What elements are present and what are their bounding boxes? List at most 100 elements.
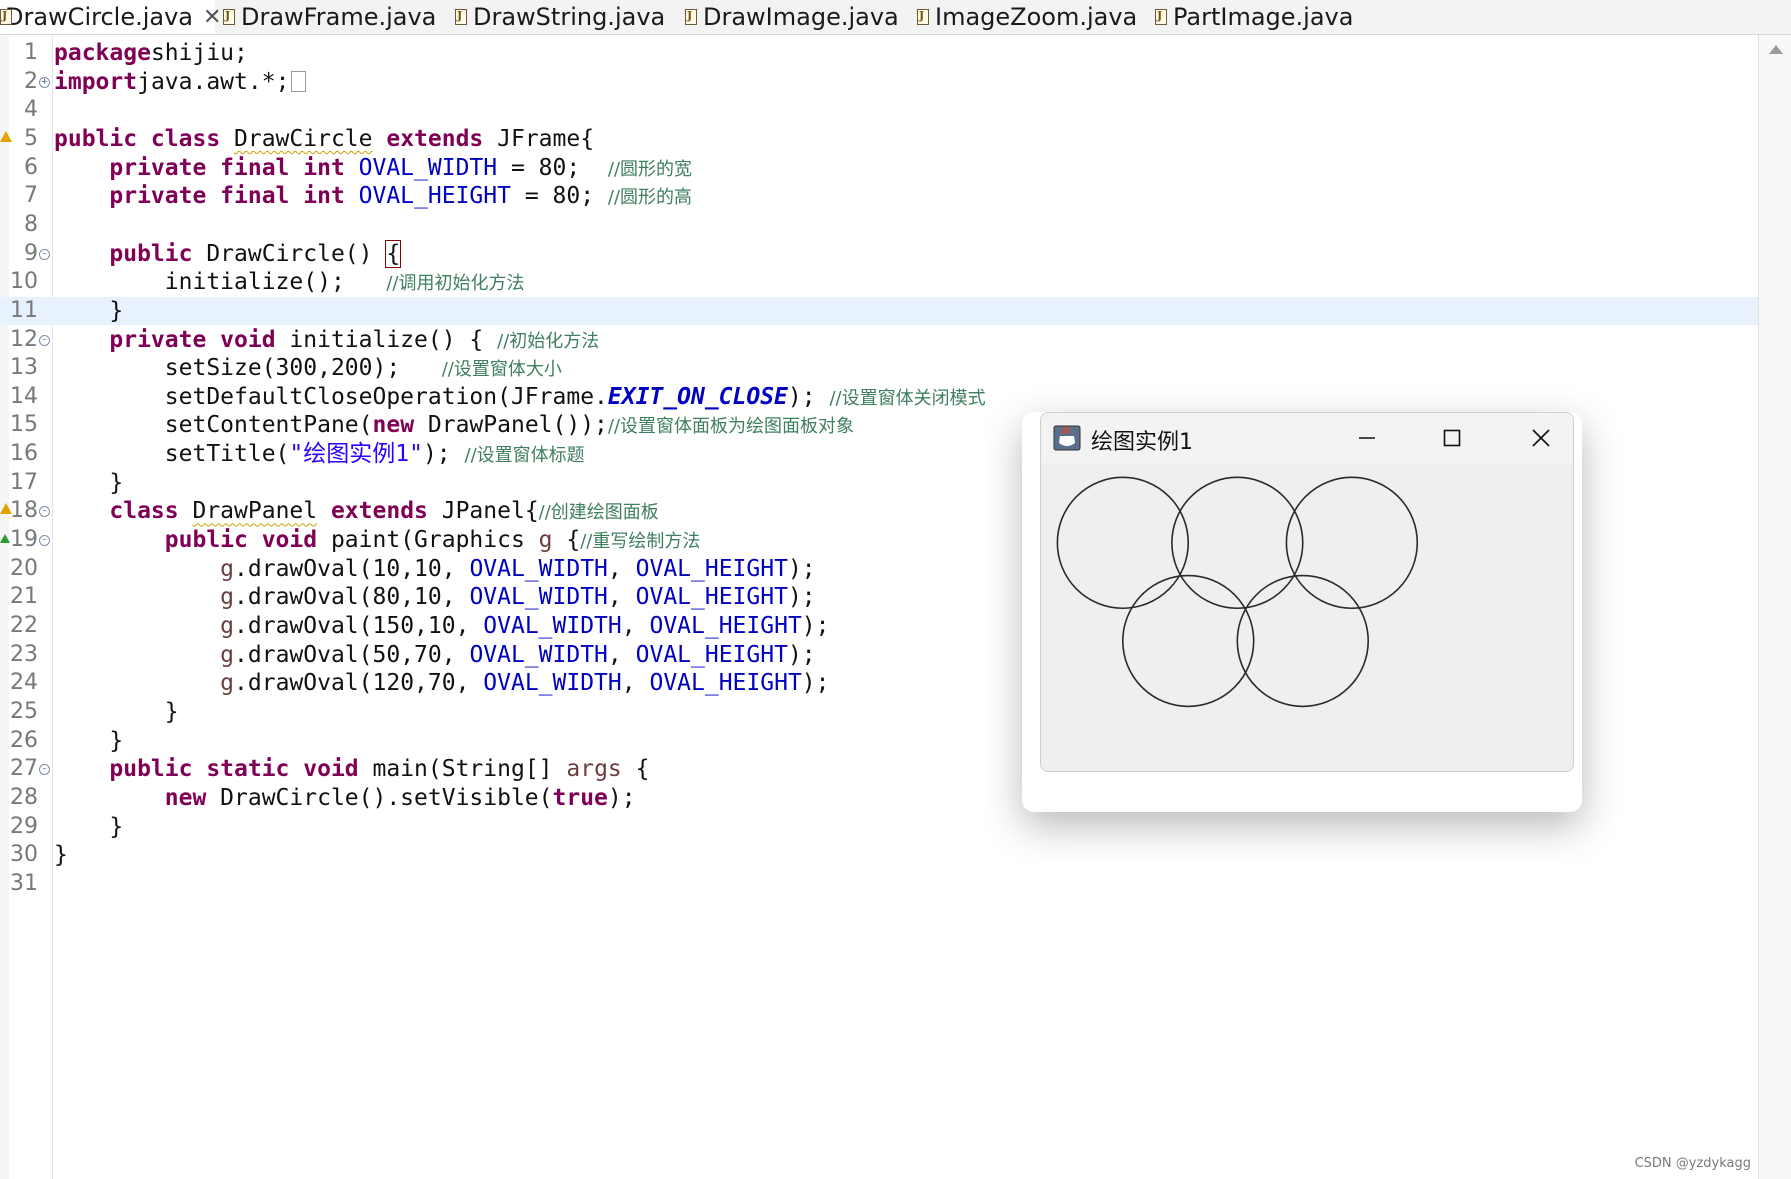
code-token: .drawOval(150,10,: [234, 613, 484, 639]
code-token: );: [787, 641, 816, 668]
code-token: );: [422, 441, 465, 468]
code-line[interactable]: 9 public DrawCircle() {: [0, 239, 1758, 269]
tab-label: DrawCircle.java: [5, 3, 193, 31]
code-text[interactable]: class DrawPanel extends JPanel{//创建绘图面板: [54, 497, 658, 528]
code-line[interactable]: 4: [0, 96, 1758, 125]
code-text[interactable]: }: [54, 698, 179, 727]
code-text[interactable]: setDefaultCloseOperation(JFrame.EXIT_ON_…: [54, 383, 986, 414]
code-text[interactable]: }: [54, 297, 123, 326]
code-text[interactable]: }: [54, 727, 123, 756]
code-text[interactable]: new DrawCircle().setVisible(true);: [54, 784, 636, 813]
code-line[interactable]: 5 public class DrawCircle extends JFrame{: [0, 125, 1758, 154]
line-number: 30: [10, 842, 38, 868]
code-text[interactable]: public DrawCircle() {: [54, 239, 402, 269]
code-token: ,: [607, 555, 636, 582]
code-line[interactable]: 8: [0, 211, 1758, 240]
tab-imagezoom[interactable]: ImageZoom.java: [917, 0, 1137, 34]
code-text[interactable]: setContentPane(new DrawPanel());//设置窗体面板…: [54, 411, 854, 442]
code-line[interactable]: 1 packageshijiu;: [0, 39, 1758, 68]
code-token: ,: [621, 613, 650, 639]
code-text[interactable]: }: [54, 841, 68, 870]
code-token: true: [552, 784, 608, 811]
code-line[interactable]: 2 importjava.awt.*;: [0, 68, 1758, 97]
code-line[interactable]: 14 setDefaultCloseOperation(JFrame.EXIT_…: [0, 383, 1758, 412]
expand-fold-icon[interactable]: [39, 76, 50, 88]
code-text[interactable]: initialize(); //调用初始化方法: [54, 268, 525, 299]
code-token: DrawCircle(): [206, 240, 387, 267]
tab-drawimage[interactable]: DrawImage.java: [685, 0, 899, 34]
tab-label: PartImage.java: [1173, 3, 1354, 31]
code-text[interactable]: g.drawOval(80,10, OVAL_WIDTH, OVAL_HEIGH…: [54, 583, 815, 612]
close-button[interactable]: [1511, 413, 1571, 463]
code-line[interactable]: 10 initialize(); //调用初始化方法: [0, 268, 1758, 297]
minimize-button[interactable]: [1337, 413, 1397, 463]
line-number: 8: [24, 211, 38, 237]
collapsed-imports-icon[interactable]: [291, 70, 307, 92]
java-file-icon: [685, 8, 698, 26]
code-text[interactable]: packageshijiu;: [54, 39, 248, 68]
line-number: 18: [10, 498, 38, 524]
code-token: EXIT_ON_CLOSE: [607, 383, 788, 410]
code-text[interactable]: private final int OVAL_WIDTH = 80; //圆形的…: [54, 154, 692, 185]
line-number: 5: [24, 125, 38, 151]
tab-drawframe[interactable]: DrawFrame.java: [223, 0, 436, 34]
line-number: 1: [24, 40, 38, 65]
code-text[interactable]: public static void main(String[] args {: [54, 755, 649, 784]
code-line[interactable]: 6 private final int OVAL_WIDTH = 80; //圆…: [0, 154, 1758, 183]
scroll-up-arrow-icon[interactable]: [1769, 45, 1783, 54]
line-number: 21: [10, 584, 38, 610]
code-line[interactable]: 29 }: [0, 813, 1758, 842]
code-text[interactable]: setSize(300,200); //设置窗体大小: [54, 354, 562, 385]
collapse-fold-icon[interactable]: [39, 764, 50, 776]
tab-close-icon[interactable]: ✕: [203, 5, 221, 30]
code-token: }: [54, 469, 124, 496]
code-text[interactable]: }: [54, 469, 123, 498]
code-text[interactable]: g.drawOval(10,10, OVAL_WIDTH, OVAL_HEIGH…: [54, 555, 816, 584]
code-token: private final int: [109, 154, 359, 181]
java-file-icon: [917, 8, 930, 26]
code-token: initialize() {: [289, 326, 498, 353]
swing-window[interactable]: 绘图实例1: [1040, 412, 1574, 772]
code-token: java.awt.*;: [137, 68, 290, 95]
code-text[interactable]: }: [54, 813, 123, 842]
code-line[interactable]: 11 }: [0, 296, 1758, 326]
code-text[interactable]: public class DrawCircle extends JFrame{: [54, 125, 594, 154]
code-token: }: [54, 842, 68, 869]
code-text[interactable]: g.drawOval(120,70, OVAL_WIDTH, OVAL_HEIG…: [54, 669, 829, 698]
code-line[interactable]: 7 private final int OVAL_HEIGHT = 80; //…: [0, 182, 1758, 211]
code-token: DrawCircle().setVisible(: [220, 784, 553, 811]
code-text[interactable]: g.drawOval(50,70, OVAL_WIDTH, OVAL_HEIGH…: [54, 641, 816, 670]
maximize-button[interactable]: [1422, 413, 1482, 463]
window-titlebar[interactable]: 绘图实例1: [1041, 413, 1573, 463]
code-token: "绘图实例1": [289, 441, 423, 468]
code-text[interactable]: setTitle("绘图实例1"); //设置窗体标题: [54, 440, 585, 471]
line-number: 25: [10, 698, 38, 724]
java-file-icon: [455, 8, 468, 26]
vertical-scrollbar[interactable]: [1758, 35, 1791, 1179]
code-line[interactable]: 12 private void initialize() { //初始化方法: [0, 326, 1758, 355]
code-line[interactable]: 30}: [0, 841, 1758, 870]
code-text[interactable]: importjava.awt.*;: [54, 68, 307, 97]
tab-drawcircle[interactable]: DrawCircle.java ✕: [0, 0, 221, 34]
tab-partimage[interactable]: PartImage.java: [1155, 0, 1353, 34]
code-line[interactable]: 31: [0, 870, 1758, 899]
line-number: 11: [10, 297, 38, 323]
code-token: );: [787, 555, 816, 582]
code-text[interactable]: private void initialize() { //初始化方法: [54, 326, 599, 357]
tab-drawstring[interactable]: DrawString.java: [455, 0, 665, 34]
code-token: OVAL_HEIGHT: [649, 670, 802, 697]
code-text[interactable]: g.drawOval(150,10, OVAL_WIDTH, OVAL_HEIG…: [54, 612, 829, 641]
code-text[interactable]: private final int OVAL_HEIGHT = 80; //圆形…: [54, 182, 692, 213]
collapse-fold-icon[interactable]: [39, 506, 50, 518]
collapse-fold-icon[interactable]: [39, 535, 50, 547]
code-token: OVAL_HEIGHT: [358, 183, 511, 210]
code-text[interactable]: public void paint(Graphics g {//重写绘制方法: [54, 526, 701, 557]
collapse-fold-icon[interactable]: [39, 334, 50, 346]
collapse-fold-icon[interactable]: [39, 248, 50, 260]
code-line[interactable]: 13 setSize(300,200); //设置窗体大小: [0, 354, 1758, 383]
code-token: ,: [607, 641, 636, 668]
